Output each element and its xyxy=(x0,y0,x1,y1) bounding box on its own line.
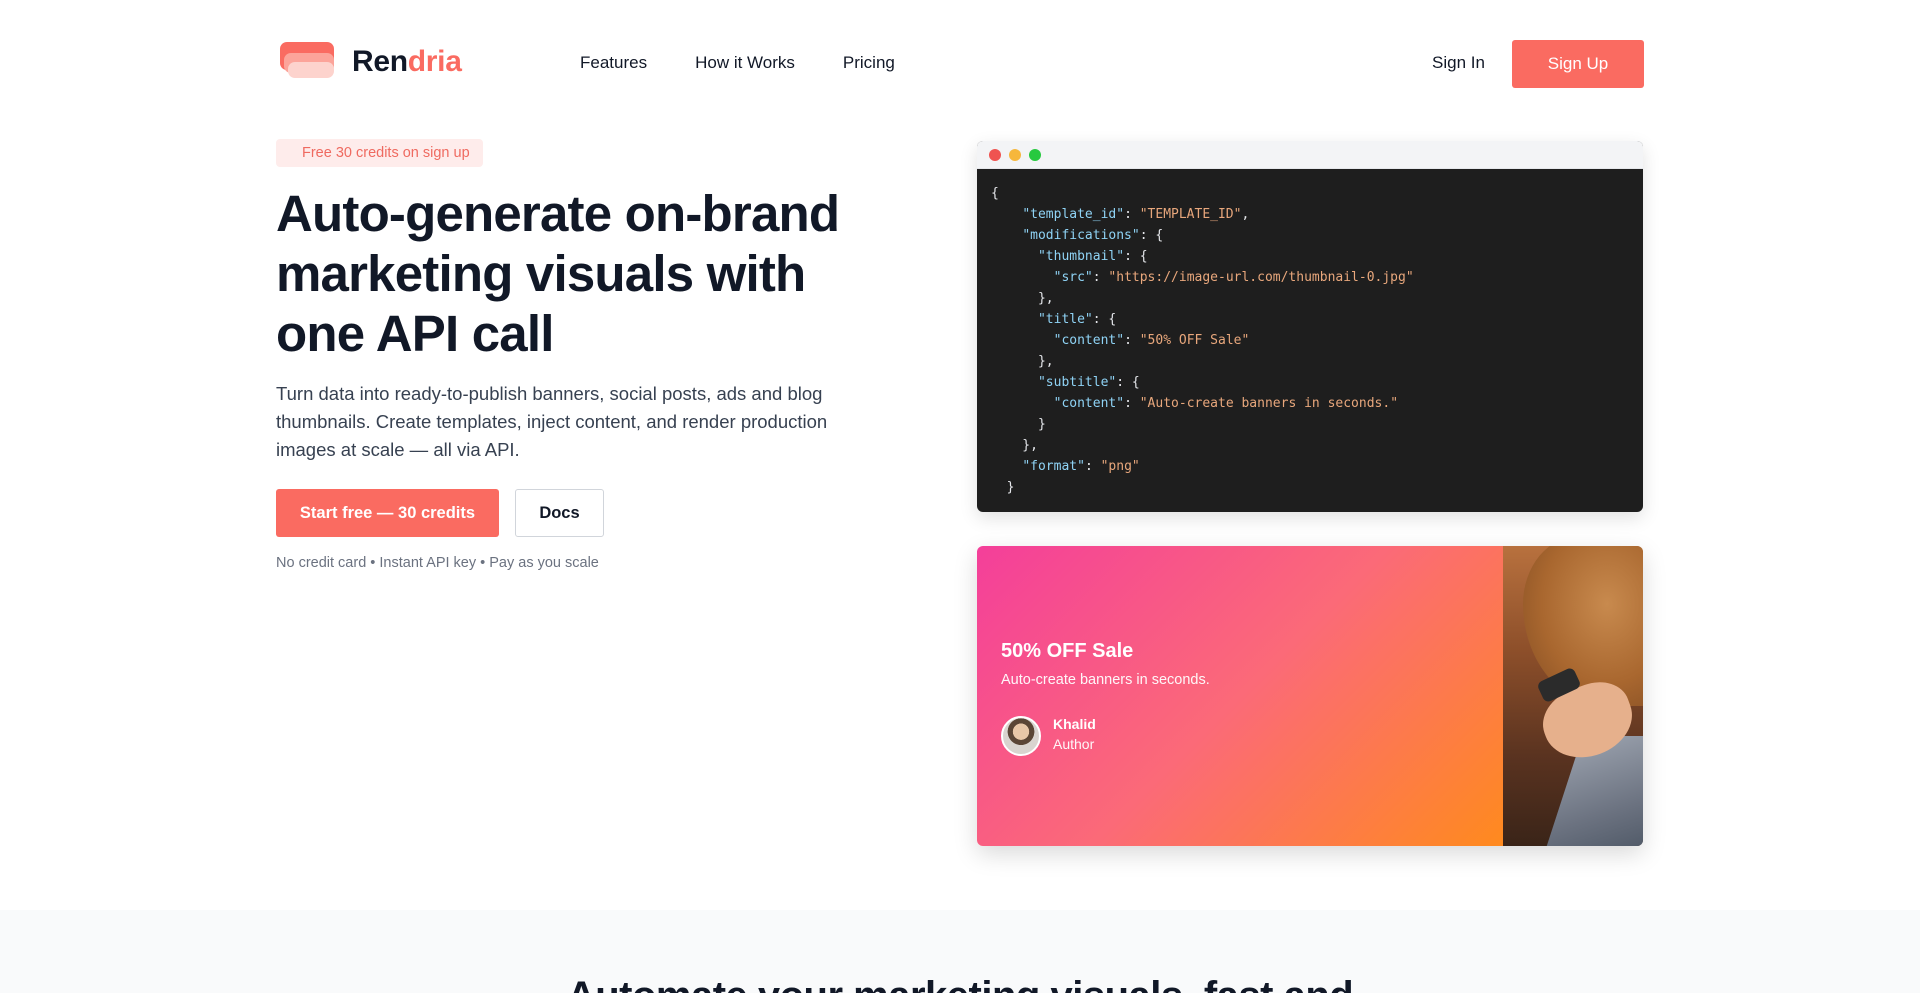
hero-title: Auto-generate on-brand marketing visuals… xyxy=(276,185,840,362)
brand-logo[interactable]: Rendria xyxy=(280,42,462,82)
nav-link-features[interactable]: Features xyxy=(580,53,647,73)
brand-name-part2: dria xyxy=(407,45,462,78)
main-nav: Features How it Works Pricing xyxy=(580,53,895,73)
site-header: Rendria Features How it Works Pricing Si… xyxy=(0,0,1920,128)
minimize-dot-icon xyxy=(1009,148,1021,161)
code-block: { "template_id": "TEMPLATE_ID", "modific… xyxy=(991,186,1414,495)
free-credits-badge: Free 30 credits on sign up xyxy=(276,139,483,167)
nav-link-pricing[interactable]: Pricing xyxy=(843,53,895,73)
window-titlebar xyxy=(977,141,1643,169)
maximize-dot-icon xyxy=(1029,148,1041,161)
logo-icon xyxy=(280,42,336,82)
hero-subtitle: Turn data into ready-to-publish banners,… xyxy=(276,383,828,460)
sign-in-link[interactable]: Sign In xyxy=(1432,53,1485,73)
close-dot-icon xyxy=(989,148,1001,161)
author-name: Khalid xyxy=(1053,716,1096,732)
start-free-button[interactable]: Start free — 30 credits xyxy=(276,489,499,537)
features-section: Automate your marketing visuals, fast an… xyxy=(0,910,1920,993)
brand-name-part1: Ren xyxy=(352,45,408,78)
banner-thumbnail-photo xyxy=(1503,546,1643,846)
sign-up-button[interactable]: Sign Up xyxy=(1512,40,1644,88)
brand-name: Rendria xyxy=(352,45,462,79)
banner-title: 50% OFF Sale xyxy=(1001,640,1134,662)
docs-button[interactable]: Docs xyxy=(515,489,604,537)
banner-gradient-background xyxy=(977,546,1503,846)
hero-fineprint: No credit card • Instant API key • Pay a… xyxy=(276,555,599,571)
banner-subtitle: Auto-create banners in seconds. xyxy=(1001,672,1210,688)
banner-preview: 50% OFF Sale Auto-create banners in seco… xyxy=(977,546,1643,846)
code-example-window: { "template_id": "TEMPLATE_ID", "modific… xyxy=(977,141,1643,512)
nav-link-how-it-works[interactable]: How it Works xyxy=(695,53,795,73)
author-role: Author xyxy=(1053,736,1095,752)
author-avatar xyxy=(1001,716,1041,756)
section-title: Automate your marketing visuals, fast an… xyxy=(0,974,1920,993)
